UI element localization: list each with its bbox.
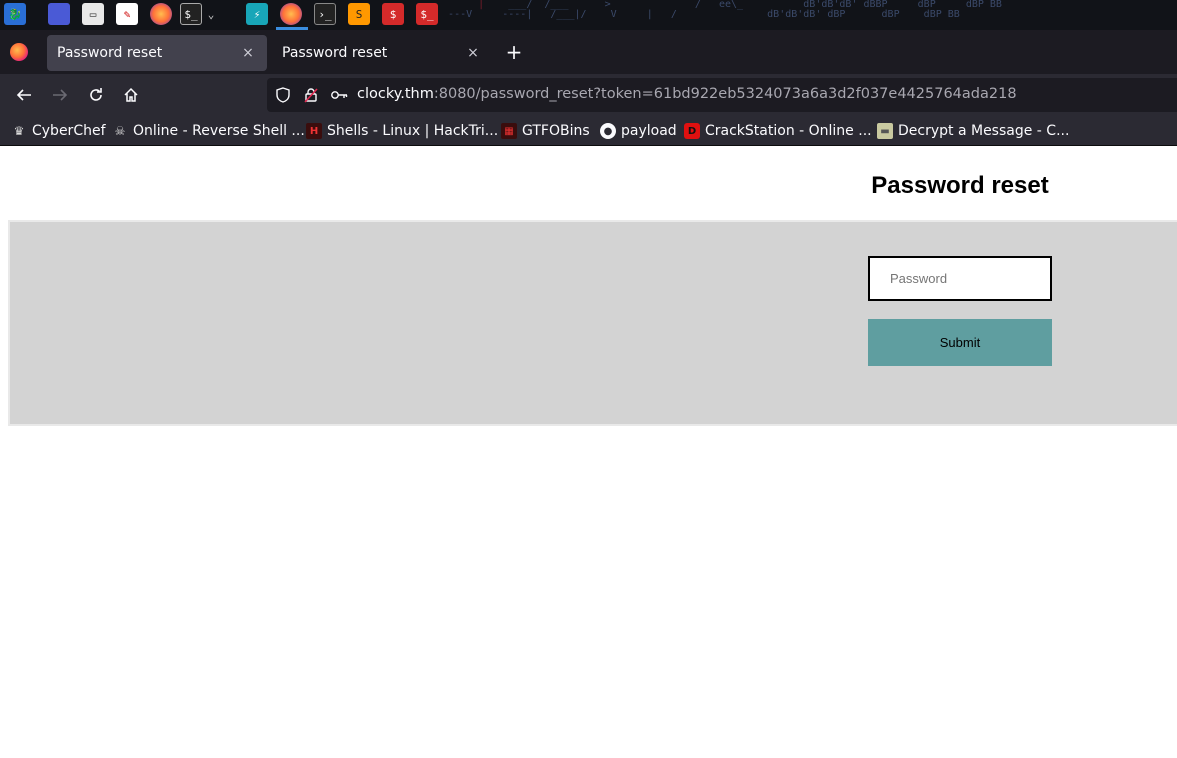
github-icon: ●	[600, 123, 616, 139]
page-title: Password reset	[871, 172, 1049, 199]
home-button[interactable]	[118, 82, 144, 108]
bookmark-label: payload	[621, 123, 677, 139]
chevron-down-icon[interactable]: ⌄	[204, 3, 218, 25]
shield-icon[interactable]	[273, 85, 293, 105]
bookmark-gtfobins[interactable]: ▦ GTFOBins	[501, 121, 590, 141]
firefox-window-icon[interactable]	[280, 3, 302, 25]
bookmark-label: GTFOBins	[522, 123, 590, 139]
bookmark-label: CrackStation - Online ...	[705, 123, 872, 139]
url-path: :8080/password_reset?token=61bd922eb5324…	[433, 86, 1017, 102]
reload-button[interactable]	[83, 82, 109, 108]
bookmark-label: Decrypt a Message - C...	[898, 123, 1070, 139]
terminal-root-window-icon-2[interactable]: $_	[416, 3, 438, 25]
url-host: clocky.thm	[357, 86, 434, 102]
reload-icon	[90, 88, 102, 101]
browser-tab-strip: Password reset × Password reset × +	[0, 30, 1177, 74]
firefox-launcher-icon[interactable]	[150, 3, 172, 25]
cryptii-icon: ▬	[877, 123, 893, 139]
tab-password-reset-2[interactable]: Password reset ×	[272, 35, 492, 71]
close-icon[interactable]: ×	[464, 44, 482, 62]
file-manager-icon[interactable]: ▭	[82, 3, 104, 25]
kali-menu-icon[interactable]: 🐉	[4, 3, 26, 25]
tab-title: Password reset	[282, 45, 388, 61]
bookmark-label: Shells - Linux | HackTri...	[327, 123, 499, 139]
insecure-lock-icon[interactable]	[301, 85, 321, 105]
terminal-root-window-icon[interactable]: $	[382, 3, 404, 25]
tab-title: Password reset	[57, 45, 163, 61]
crackstation-icon: D	[684, 123, 700, 139]
text-editor-icon[interactable]: ✎	[116, 3, 138, 25]
bookmark-crackstation[interactable]: D CrackStation - Online ...	[684, 121, 872, 141]
forward-button[interactable]	[47, 82, 73, 108]
bookmark-label: CyberChef	[32, 123, 106, 139]
navigation-toolbar: clocky.thm:8080/password_reset?token=61b…	[0, 74, 1177, 116]
terminal-window-icon[interactable]: ›_	[314, 3, 336, 25]
bookmark-label: Online - Reverse Shell ...	[133, 123, 305, 139]
firefox-logo-icon	[10, 43, 28, 61]
tab-password-reset-1[interactable]: Password reset ×	[47, 35, 267, 71]
gtfobins-icon: ▦	[501, 123, 517, 139]
bookmark-payload[interactable]: ● payload	[600, 121, 677, 141]
forward-arrow-icon	[53, 89, 68, 101]
url-bar[interactable]: clocky.thm:8080/password_reset?token=61b…	[267, 78, 1177, 112]
back-button[interactable]	[11, 82, 37, 108]
bookmark-reverse-shell[interactable]: ☠ Online - Reverse Shell ...	[112, 121, 305, 141]
bookmarks-toolbar: ♛ CyberChef ☠ Online - Reverse Shell ...…	[0, 116, 1177, 146]
back-arrow-icon	[16, 89, 31, 101]
chef-hat-icon: ♛	[13, 124, 25, 138]
skull-icon: ☠	[114, 124, 126, 138]
workspace-icon[interactable]	[48, 3, 70, 25]
bookmark-cyberchef[interactable]: ♛ CyberChef	[11, 121, 106, 141]
new-tab-button[interactable]: +	[503, 42, 525, 64]
password-input[interactable]	[868, 256, 1052, 301]
terminal-launcher-icon[interactable]: $_	[180, 3, 202, 25]
desktop-taskbar: | ___/ /___ > / ee\_ dB'dB'dB' dBBP dBP …	[0, 0, 1177, 30]
terminal-background-art: | ___/ /___ > / ee\_ dB'dB'dB' dBBP dBP …	[430, 0, 1002, 20]
close-icon[interactable]: ×	[239, 44, 257, 62]
bookmark-decrypt-message[interactable]: ▬ Decrypt a Message - C...	[877, 121, 1069, 141]
key-icon[interactable]	[329, 85, 349, 105]
url-text[interactable]: clocky.thm:8080/password_reset?token=61b…	[357, 86, 1017, 102]
hacktricks-icon: H	[306, 123, 322, 139]
app-icon-teal[interactable]: ⚡	[246, 3, 268, 25]
bookmark-hacktricks[interactable]: H Shells - Linux | HackTri...	[306, 121, 498, 141]
submit-button[interactable]: Submit	[868, 319, 1052, 366]
page-content: Password reset Submit	[0, 146, 1177, 758]
home-icon	[124, 87, 138, 102]
sublime-window-icon[interactable]: S	[348, 3, 370, 25]
